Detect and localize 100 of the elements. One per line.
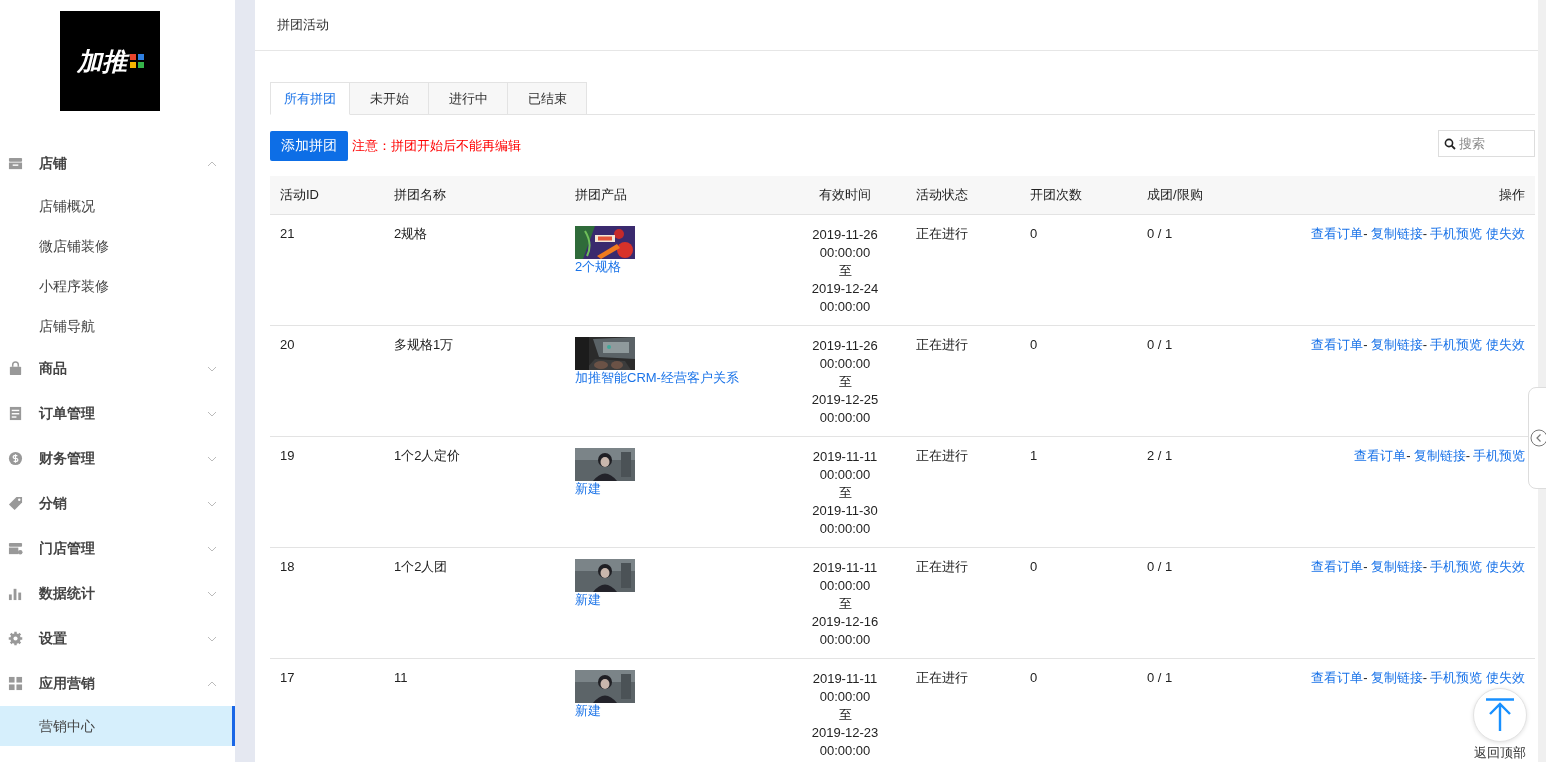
arrow-up-icon [1485,698,1515,732]
coin-icon [8,451,23,466]
action-link[interactable]: 查看订单 [1311,670,1364,685]
action-link[interactable]: 复制链接 [1370,670,1423,685]
grid-icon [8,676,23,691]
sidebar-group[interactable]: 门店管理 [0,526,235,571]
table-cell-text: 20 [280,337,296,353]
sidebar-group[interactable]: 商品 [0,346,235,391]
sidebar-group[interactable]: 设置 [0,616,235,661]
action-link[interactable]: 使失效 [1486,337,1525,352]
action-link[interactable]: 复制链接 [1370,337,1423,352]
separator-text: - [1406,448,1411,463]
table-cell-text: 1 [1030,448,1039,464]
menu-group-label: 财务管理 [39,449,96,468]
action-link[interactable]: 复制链接 [1370,226,1423,241]
tag-icon [8,496,23,511]
action-link[interactable]: 手机预览 [1430,559,1482,574]
table-cell-text: 19 [280,448,296,464]
tab[interactable]: 进行中 [429,82,508,115]
end-time: 2019-12-25 00:00:00 [810,391,880,427]
product-link[interactable]: 新建 [575,592,601,608]
sidebar-item[interactable]: 微店铺装修 [0,226,235,266]
action-link[interactable]: 使失效 [1486,226,1525,241]
table-cell-text: 0 / 1 [1147,670,1174,686]
product-link[interactable]: 新建 [575,703,601,719]
end-time: 2019-12-24 00:00:00 [810,280,880,316]
table-cell-text: 1个2人团 [394,559,449,575]
tab[interactable]: 未开始 [350,82,429,115]
table-cell-text: 0 [1030,226,1039,242]
table-cell-text: 21 [280,226,296,242]
table-cell-text: 17 [280,670,296,686]
action-link[interactable]: 查看订单 [1311,337,1364,352]
tab[interactable]: 已结束 [508,82,587,115]
start-time: 2019-11-11 00:00:00 [811,670,879,706]
column-header: 操作 [1498,186,1525,204]
tab[interactable]: 所有拼团 [270,82,350,115]
column-header: 开团次数 [1030,186,1083,204]
chevron-down-icon [207,365,217,372]
notice-text: 注意：拼团开始后不能再编辑 [352,137,521,155]
store-icon [8,541,23,556]
chevron-left-icon [1530,429,1546,447]
sidebar-group[interactable]: 应用营销 [0,661,235,706]
table-cell-text: 2规格 [394,226,429,242]
menu-group-label: 数据统计 [39,584,96,603]
menu-group-label: 商品 [39,359,68,378]
table-cell-text: 0 [1030,670,1039,686]
shop-icon [8,156,23,171]
chevron-down-icon [207,410,217,417]
action-link[interactable]: 手机预览 [1430,226,1482,241]
sidebar-group[interactable]: 订单管理 [0,391,235,436]
start-time: 2019-11-26 00:00:00 [811,226,879,262]
sidebar-item[interactable]: 营销中心 [0,706,235,746]
add-button[interactable]: 添加拼团 [270,131,348,161]
table-cell-text: 正在进行 [916,448,969,464]
sidebar-group[interactable]: 财务管理 [0,436,235,481]
table-cell-text: 正在进行 [916,226,969,242]
menu-group-label: 应用营销 [39,674,96,693]
start-time: 2019-11-26 00:00:00 [811,337,879,373]
action-link[interactable]: 手机预览 [1430,670,1482,685]
time-separator: 至 [837,595,853,613]
chevron-up-icon [207,680,217,687]
end-time: 2019-12-16 00:00:00 [810,613,880,649]
action-link[interactable]: 查看订单 [1311,226,1364,241]
page-title: 拼团活动 [277,16,329,34]
separator-text: - [1363,226,1368,241]
table-cell-text: 2 / 1 [1147,448,1174,464]
action-link[interactable]: 查看订单 [1354,448,1407,463]
separator-text: - [1363,670,1368,685]
sidebar-group[interactable]: 分销 [0,481,235,526]
chevron-up-icon [207,160,217,167]
action-link[interactable]: 手机预览 [1473,448,1525,463]
separator-text: - [1422,337,1427,352]
chevron-down-icon [207,590,217,597]
sidebar-item[interactable]: 店铺概况 [0,186,235,226]
product-link[interactable]: 2个规格 [575,259,622,275]
table-cell-text: 0 / 1 [1147,559,1174,575]
sidebar-item[interactable]: 店铺导航 [0,306,235,346]
table-cell-text: 正在进行 [916,670,969,686]
action-link[interactable]: 查看订单 [1311,559,1364,574]
table-cell-text: 18 [280,559,296,575]
end-time: 2019-11-30 00:00:00 [811,502,879,538]
action-link[interactable]: 手机预览 [1430,337,1482,352]
separator-text: - [1422,559,1427,574]
action-link[interactable]: 使失效 [1486,559,1525,574]
sidebar-item[interactable]: 小程序装修 [0,266,235,306]
sidebar-group[interactable]: 店铺 [0,141,235,186]
table-cell-text: 11 [394,670,409,686]
action-link[interactable]: 使失效 [1486,670,1525,685]
search-field[interactable]: 搜索 [1438,129,1535,157]
table-cell-text: 0 [1030,559,1039,575]
search-icon [1444,137,1456,150]
column-header: 活动状态 [916,186,969,204]
side-panel-tab[interactable] [1528,387,1546,489]
product-link[interactable]: 加推智能CRM-经营客户关系 [575,370,739,386]
menu-group-label: 分销 [39,494,68,513]
action-link[interactable]: 复制链接 [1413,448,1466,463]
product-link[interactable]: 新建 [575,481,601,497]
action-link[interactable]: 复制链接 [1370,559,1423,574]
table-cell-text: 多规格1万 [394,337,455,353]
sidebar-group[interactable]: 数据统计 [0,571,235,616]
